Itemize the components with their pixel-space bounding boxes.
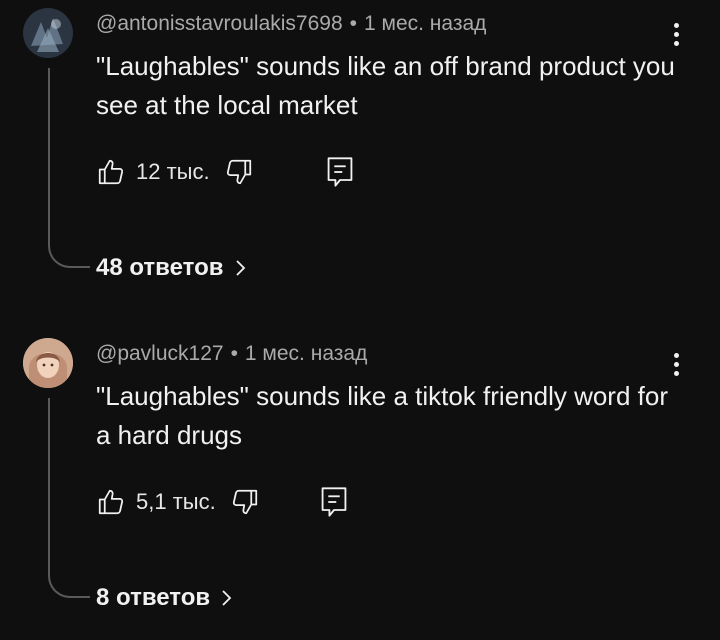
comment-actions: 5,1 тыс. <box>96 482 348 522</box>
comment-timestamp: 1 мес. назад <box>244 342 368 365</box>
thread-line <box>48 68 90 268</box>
chevron-right-icon <box>235 260 245 276</box>
dislike-button[interactable] <box>224 157 254 187</box>
comment-text: "Laughables" sounds like an off brand pr… <box>96 51 675 120</box>
meta-separator: • <box>349 12 357 35</box>
comment-meta: @antonisstavroulakis7698 • 1 мес. назад <box>96 12 486 36</box>
reply-icon <box>321 487 347 517</box>
like-count: 5,1 тыс. <box>136 489 216 514</box>
reply-button[interactable] <box>320 486 348 518</box>
avatar[interactable] <box>23 8 73 58</box>
comment-meta: @pavluck127 • 1 мес. назад <box>96 342 367 366</box>
thumb-up-icon <box>98 159 124 185</box>
thread-line <box>48 398 90 598</box>
view-replies-button[interactable]: 48 ответов <box>96 250 246 286</box>
author-handle[interactable]: @pavluck127 <box>96 342 224 365</box>
thumb-up-icon <box>98 489 124 515</box>
comment-text: "Laughables" sounds like a tiktok friend… <box>96 381 668 450</box>
meta-separator: • <box>230 342 238 365</box>
thumb-down-icon <box>226 159 251 185</box>
reply-button[interactable] <box>326 156 354 188</box>
author-handle[interactable]: @antonisstavroulakis7698 <box>96 12 343 35</box>
like-button[interactable]: 5,1 тыс. <box>96 487 216 517</box>
comment-thread: @pavluck127 • 1 мес. назад "Laughables" so… <box>0 330 720 640</box>
replies-count: 8 ответов <box>96 584 211 611</box>
like-button[interactable]: 12 тыс. <box>96 157 210 187</box>
comment-thread: @antonisstavroulakis7698 • 1 мес. назад "L… <box>0 0 720 320</box>
comment-timestamp: 1 мес. назад <box>364 12 487 35</box>
avatar-image <box>23 8 73 58</box>
reply-icon <box>327 157 352 187</box>
comment-actions: 12 тыс. <box>96 152 354 192</box>
replies-count: 48 ответов <box>96 254 224 281</box>
avatar[interactable] <box>23 338 73 388</box>
view-replies-button[interactable]: 8 ответов <box>96 580 232 616</box>
like-count: 12 тыс. <box>136 159 210 184</box>
chevron-right-icon <box>222 590 232 606</box>
dislike-button[interactable] <box>230 487 260 517</box>
avatar-image <box>23 338 73 388</box>
thumb-down-icon <box>232 489 257 515</box>
